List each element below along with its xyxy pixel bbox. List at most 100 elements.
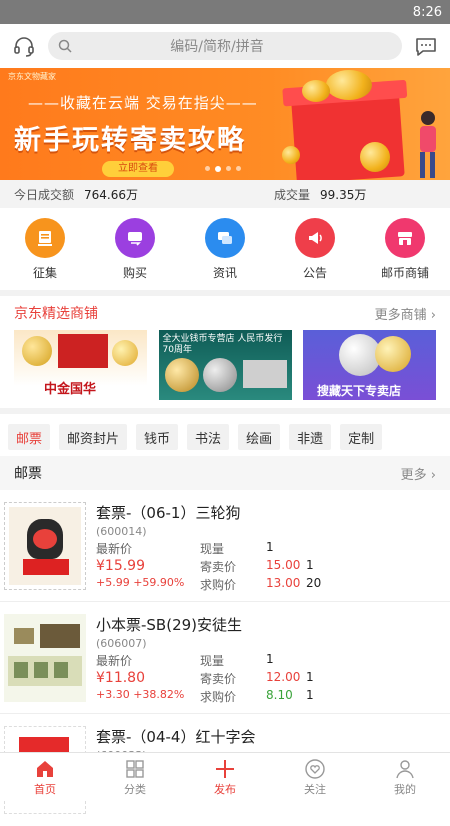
sell-price: 12.00 bbox=[266, 670, 301, 684]
exchange-icon bbox=[115, 218, 155, 258]
shop-name: 中金国华 bbox=[44, 382, 97, 397]
item-code: (606007) bbox=[96, 637, 147, 650]
trade-stats: 今日成交额 764.66万 成交量 99.35万 bbox=[0, 180, 450, 208]
search-input[interactable]: 编码/简称/拼音 bbox=[48, 32, 402, 60]
volume-value: 99.35万 bbox=[320, 187, 367, 202]
bottom-tab-bar: 首页 分类 发布 关注 我的 bbox=[0, 752, 450, 800]
menu-item-notice[interactable]: 公告 bbox=[280, 218, 350, 284]
clock: 8:26 bbox=[412, 4, 442, 20]
menu-item-buy[interactable]: 购买 bbox=[100, 218, 170, 284]
item-name: 小本票-SB(29)安徒生 bbox=[96, 616, 243, 634]
shop-name: 搜藏天下专卖店 bbox=[317, 384, 402, 398]
megaphone-icon bbox=[295, 218, 335, 258]
category-tab[interactable]: 钱币 bbox=[136, 424, 179, 450]
grid-icon bbox=[124, 757, 146, 781]
category-tab[interactable]: 书法 bbox=[187, 424, 230, 450]
shop-icon bbox=[385, 218, 425, 258]
search-icon bbox=[58, 39, 72, 53]
stock-value: 1 bbox=[266, 540, 274, 554]
stamp-list-header: 邮票 更多 › bbox=[0, 456, 450, 490]
banner-cta-button[interactable]: 立即查看 bbox=[102, 161, 174, 177]
shop-card[interactable]: 搜藏天下专卖店 bbox=[303, 330, 436, 400]
featured-shops-header: 京东精选商铺 更多商铺 › bbox=[0, 296, 450, 330]
quick-menu: 征集 购买 资讯 公告 邮币商铺 bbox=[0, 208, 450, 290]
coin-illustration bbox=[360, 142, 390, 172]
plus-icon bbox=[214, 757, 236, 781]
item-code: (600014) bbox=[96, 525, 147, 538]
price-change: +5.99 +59.90% bbox=[96, 576, 185, 589]
menu-item-shop[interactable]: 邮币商铺 bbox=[370, 218, 440, 284]
stamp-thumbnail bbox=[4, 502, 86, 590]
status-bar: 8:26 bbox=[0, 0, 450, 24]
latest-price: ¥11.80 bbox=[96, 670, 145, 686]
bid-qty: 20 bbox=[306, 576, 322, 590]
sell-price-label: 寄卖价 bbox=[200, 560, 237, 574]
message-icon[interactable] bbox=[412, 32, 440, 60]
person-illustration bbox=[420, 111, 436, 178]
more-stamps-link[interactable]: 更多 › bbox=[401, 464, 436, 483]
coin-illustration bbox=[326, 70, 372, 100]
menu-label: 购买 bbox=[122, 266, 147, 280]
chat-icon bbox=[205, 218, 245, 258]
item-name: 套票-（06-1）三轮狗 bbox=[96, 504, 241, 522]
promo-banner[interactable]: 京东文物藏家 ——收藏在云端 交易在指尖—— 新手玩转寄卖攻略 立即查看 bbox=[0, 68, 450, 180]
menu-label: 邮币商铺 bbox=[380, 266, 429, 280]
tab-publish[interactable]: 发布 bbox=[180, 753, 270, 800]
coin-illustration bbox=[302, 80, 330, 102]
bid-qty: 1 bbox=[306, 688, 314, 702]
list-item[interactable]: 小本票-SB(29)安徒生 (606007) 最新价 现量 1 ¥11.80 寄… bbox=[0, 602, 450, 714]
banner-tag: 京东文物藏家 bbox=[8, 72, 56, 81]
list-title: 邮票 bbox=[14, 466, 42, 482]
coin-illustration bbox=[282, 146, 300, 164]
tab-mine[interactable]: 我的 bbox=[360, 753, 450, 800]
sell-price: 15.00 bbox=[266, 558, 301, 572]
shop-name: 全大业钱币专营店 人民币发行70周年 bbox=[162, 334, 283, 355]
sell-price-label: 寄卖价 bbox=[200, 672, 237, 686]
menu-label: 征集 bbox=[32, 266, 57, 280]
latest-price-label: 最新价 bbox=[96, 542, 133, 556]
category-tab[interactable]: 邮资封片 bbox=[59, 424, 128, 450]
banner-headline: 新手玩转寄卖攻略 bbox=[14, 125, 246, 156]
tab-label: 首页 bbox=[34, 782, 56, 796]
gift-box-illustration bbox=[282, 79, 408, 180]
tab-label: 关注 bbox=[304, 782, 326, 796]
menu-label: 公告 bbox=[302, 266, 327, 280]
top-bar: 编码/简称/拼音 bbox=[0, 24, 450, 68]
volume-label: 成交量 bbox=[274, 187, 311, 202]
menu-item-collect[interactable]: 征集 bbox=[10, 218, 80, 284]
stock-label: 现量 bbox=[200, 542, 225, 556]
today-turnover-label: 今日成交额 bbox=[14, 187, 75, 202]
category-tab[interactable]: 非遗 bbox=[289, 424, 332, 450]
list-item[interactable]: 套票-（06-1）三轮狗 (600014) 最新价 现量 1 ¥15.99 寄卖… bbox=[0, 490, 450, 602]
bid-price: 13.00 bbox=[266, 576, 301, 590]
tab-label: 发布 bbox=[214, 782, 236, 796]
sell-qty: 1 bbox=[306, 558, 314, 572]
shop-card[interactable]: 中金国华 bbox=[14, 330, 147, 400]
bid-price-label: 求购价 bbox=[200, 690, 237, 704]
bid-price: 8.10 bbox=[266, 688, 293, 702]
tab-category[interactable]: 分类 bbox=[90, 753, 180, 800]
today-turnover-value: 764.66万 bbox=[84, 187, 139, 202]
menu-item-news[interactable]: 资讯 bbox=[190, 218, 260, 284]
home-icon bbox=[34, 757, 56, 781]
bid-price-label: 求购价 bbox=[200, 578, 237, 592]
chevron-right-icon: › bbox=[430, 467, 436, 483]
tab-home[interactable]: 首页 bbox=[0, 753, 90, 800]
banner-slogan: ——收藏在云端 交易在指尖—— bbox=[28, 94, 258, 112]
category-tab[interactable]: 绘画 bbox=[238, 424, 281, 450]
featured-shops-title: 京东精选商铺 bbox=[14, 306, 98, 322]
category-tab[interactable]: 邮票 bbox=[8, 424, 51, 450]
more-shops-link[interactable]: 更多商铺 › bbox=[375, 304, 436, 323]
price-change: +3.30 +38.82% bbox=[96, 688, 185, 701]
tab-follow[interactable]: 关注 bbox=[270, 753, 360, 800]
user-icon bbox=[394, 757, 416, 781]
heart-icon bbox=[304, 757, 326, 781]
carousel-dots bbox=[205, 166, 241, 172]
headset-icon[interactable] bbox=[10, 32, 38, 60]
category-tabs: 邮票 邮资封片 钱币 书法 绘画 非遗 定制 bbox=[0, 408, 450, 456]
category-tab[interactable]: 定制 bbox=[340, 424, 383, 450]
menu-label: 资讯 bbox=[212, 266, 237, 280]
item-name: 套票-（04-4）红十字会 bbox=[96, 728, 256, 746]
shop-card[interactable]: 全大业钱币专营店 人民币发行70周年 bbox=[158, 330, 292, 400]
latest-price: ¥15.99 bbox=[96, 558, 145, 574]
